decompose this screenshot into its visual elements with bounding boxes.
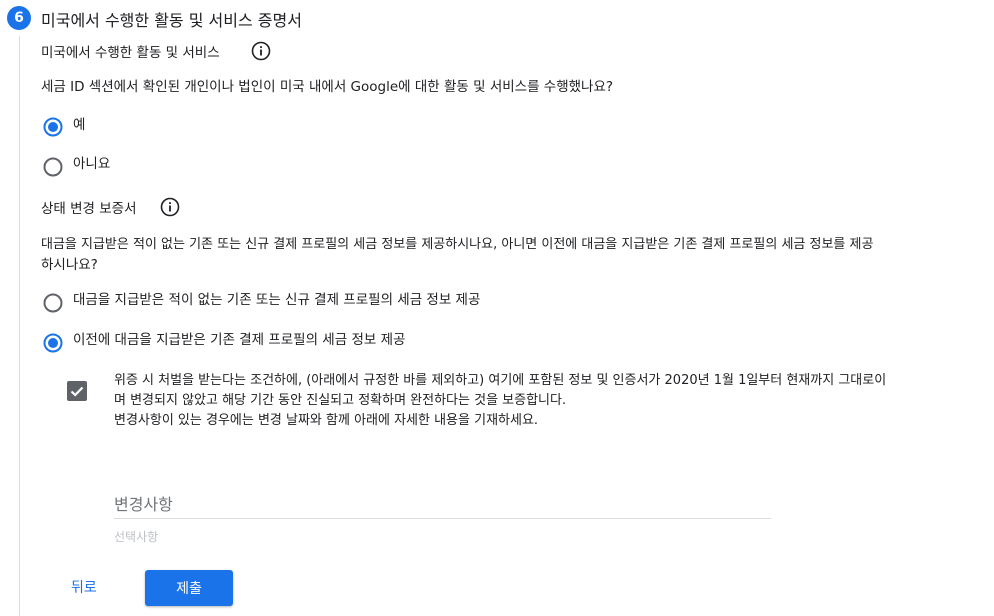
section2-question-line1: 대금을 지급받은 적이 없는 기존 또는 신규 결제 프로필의 세금 정보를 제…	[41, 237, 874, 252]
certification-text-line2: 며 변경되지 않았고 해당 기간 동안 진실되고 정확하며 완전하다는 것을 보…	[114, 393, 567, 408]
radio-unselected-icon	[43, 293, 63, 313]
radio-yes-label: 예	[73, 117, 86, 133]
certification-checkbox[interactable]	[67, 381, 87, 401]
info-icon[interactable]	[160, 197, 180, 217]
radio-unselected-icon	[43, 157, 63, 177]
check-icon	[70, 386, 84, 397]
certification-text-line3: 변경사항이 있는 경우에는 변경 날짜와 함께 아래에 자세한 내용을 기재하세…	[114, 413, 539, 428]
section2-label: 상태 변경 보증서	[41, 201, 137, 217]
radio-new-profile-label: 대금을 지급받은 적이 없는 기존 또는 신규 결제 프로필의 세금 정보 제공	[73, 292, 481, 308]
changes-field-hint: 선택사항	[114, 530, 159, 544]
radio-selected-icon	[43, 117, 63, 137]
step-title: 미국에서 수행한 활동 및 서비스 증명서	[41, 11, 302, 30]
radio-existing-profile-label: 이전에 대금을 지급받은 기존 결제 프로필의 세금 정보 제공	[73, 332, 406, 348]
submit-button[interactable]: 제출	[145, 570, 233, 606]
changes-field-label[interactable]: 변경사항	[114, 491, 173, 515]
section1-question: 세금 ID 섹션에서 확인된 개인이나 법인이 미국 내에서 Google에 대…	[41, 79, 614, 95]
section2-question-line2: 하시나요?	[41, 257, 98, 273]
step-number-badge: 6	[7, 6, 31, 30]
changes-field-underline	[114, 518, 771, 519]
back-button[interactable]: 뒤로	[71, 577, 97, 597]
info-icon[interactable]	[251, 41, 271, 61]
section1-label: 미국에서 수행한 활동 및 서비스	[41, 45, 220, 61]
radio-selected-icon	[43, 333, 63, 353]
step-connector-line	[19, 36, 20, 616]
certification-text-line1: 위증 시 처벌을 받는다는 조건하에, (아래에서 규정한 바를 제외하고) 여…	[114, 373, 887, 388]
radio-no-label: 아니요	[73, 156, 111, 172]
